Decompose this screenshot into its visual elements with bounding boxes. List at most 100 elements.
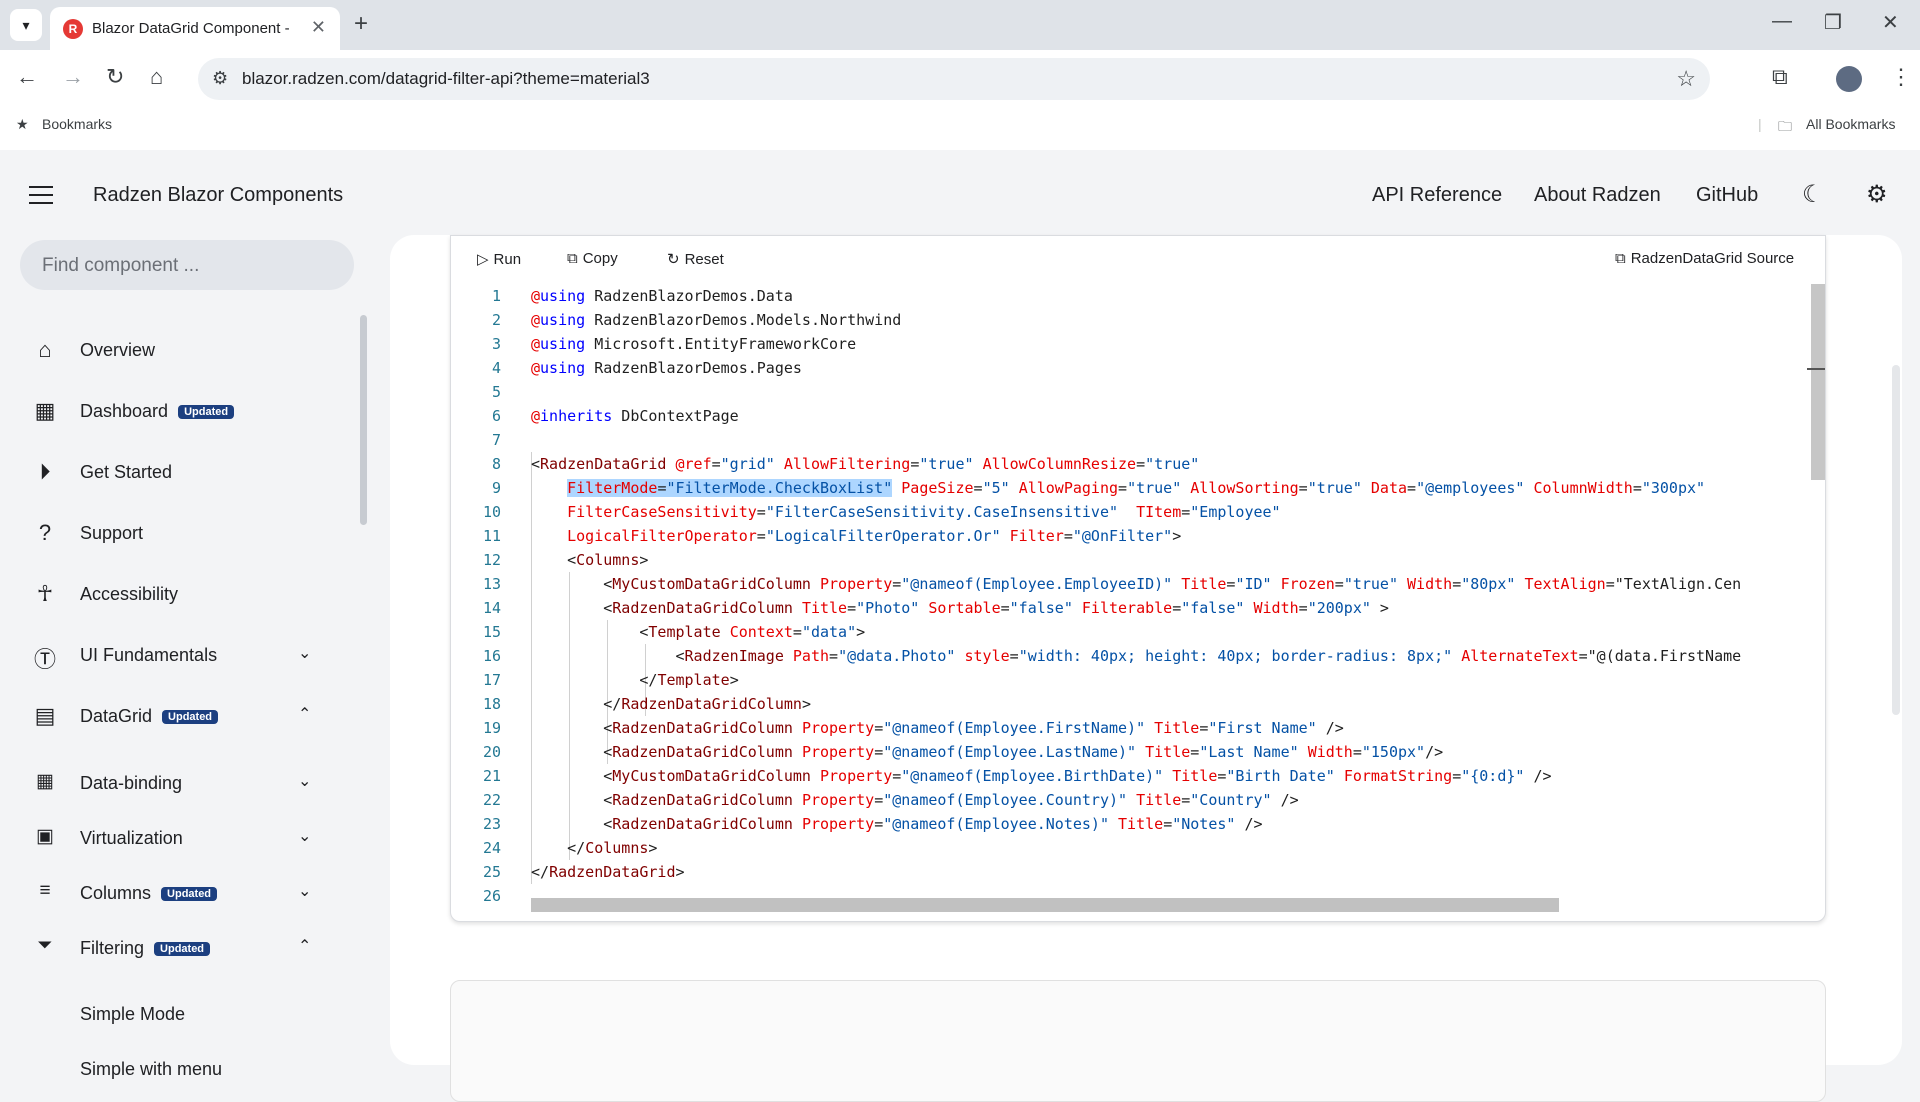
home-browser-icon[interactable]: ⌂: [150, 64, 163, 90]
dark-mode-icon[interactable]: ☾: [1802, 180, 1824, 209]
code-line[interactable]: 20 <RadzenDataGridColumn Property="@name…: [451, 740, 1825, 764]
code-text[interactable]: <RadzenImage Path="@data.Photo" style="w…: [531, 644, 1741, 668]
chevron-up-icon[interactable]: ⌃: [298, 704, 311, 724]
code-line[interactable]: 10 FilterCaseSensitivity="FilterCaseSens…: [451, 500, 1825, 524]
back-icon[interactable]: ←: [16, 64, 38, 90]
sidebar-subitem-simple-with-menu[interactable]: Simple with menu: [80, 1059, 222, 1080]
bookmark-star-icon[interactable]: ☆: [1676, 66, 1696, 92]
code-line[interactable]: 18 </RadzenDataGridColumn>: [451, 692, 1825, 716]
tab-search-button[interactable]: ▾: [10, 9, 42, 41]
code-text[interactable]: <RadzenDataGridColumn Property="@nameof(…: [531, 716, 1344, 740]
chevron-down-icon[interactable]: ⌄: [298, 826, 311, 846]
code-text[interactable]: <MyCustomDataGridColumn Property="@nameo…: [531, 764, 1551, 788]
code-line[interactable]: 5: [451, 380, 1825, 404]
code-text[interactable]: <RadzenDataGridColumn Property="@nameof(…: [531, 740, 1443, 764]
profile-avatar[interactable]: [1836, 66, 1862, 92]
code-text[interactable]: <MyCustomDataGridColumn Property="@nameo…: [531, 572, 1741, 596]
extensions-icon[interactable]: ⧉: [1772, 64, 1788, 90]
sidebar-item-virtualization[interactable]: ▣ Virtualization ⌄: [30, 819, 330, 859]
editor-vertical-scrollbar[interactable]: [1811, 284, 1825, 480]
code-text[interactable]: <Template Context="data">: [531, 620, 865, 644]
new-tab-icon[interactable]: +: [354, 10, 368, 38]
code-text[interactable]: <RadzenDataGridColumn Title="Photo" Sort…: [531, 596, 1389, 620]
minimize-icon[interactable]: —: [1772, 10, 1792, 33]
code-line[interactable]: 6 @inherits DbContextPage: [451, 404, 1825, 428]
api-reference-link[interactable]: API Reference: [1372, 184, 1502, 207]
all-bookmarks-button[interactable]: All Bookmarks: [1806, 116, 1895, 132]
page-scrollbar[interactable]: [1892, 365, 1900, 715]
code-line[interactable]: 17 </Template>: [451, 668, 1825, 692]
chevron-up-icon[interactable]: ⌃: [298, 936, 311, 956]
search-input[interactable]: [40, 250, 334, 282]
code-text[interactable]: FilterMode="FilterMode.CheckBoxList" Pag…: [531, 476, 1705, 500]
run-button[interactable]: ▷ Run: [477, 250, 521, 268]
sidebar-item-columns[interactable]: ≡ Columns Updated ⌄: [30, 874, 330, 914]
code-line[interactable]: 7: [451, 428, 1825, 452]
sidebar-subitem-simple-mode[interactable]: Simple Mode: [80, 1004, 185, 1025]
restore-icon[interactable]: ❐: [1824, 10, 1842, 35]
hamburger-menu-icon[interactable]: [29, 186, 53, 210]
code-text[interactable]: @using RadzenBlazorDemos.Models.Northwin…: [531, 308, 901, 332]
code-text[interactable]: <Columns>: [531, 548, 648, 572]
site-info-icon[interactable]: ⚙: [212, 68, 228, 89]
code-line[interactable]: 24 </Columns>: [451, 836, 1825, 860]
sidebar-item-dashboard[interactable]: ▦ Dashboard Updated: [30, 392, 330, 432]
forward-icon[interactable]: →: [62, 64, 84, 90]
sidebar-item-overview[interactable]: ⌂ Overview: [30, 331, 330, 371]
code-text[interactable]: FilterCaseSensitivity="FilterCaseSensiti…: [531, 500, 1280, 524]
code-text[interactable]: </RadzenDataGrid>: [531, 860, 685, 884]
code-line[interactable]: 1 @using RadzenBlazorDemos.Data: [451, 284, 1825, 308]
copy-button[interactable]: ⧉ Copy: [567, 250, 618, 267]
code-text[interactable]: @inherits DbContextPage: [531, 404, 739, 428]
code-line[interactable]: 15 <Template Context="data">: [451, 620, 1825, 644]
editor-horizontal-scrollbar[interactable]: [531, 898, 1559, 912]
code-text[interactable]: <RadzenDataGridColumn Property="@nameof(…: [531, 788, 1298, 812]
sidebar-item-data-binding[interactable]: ▦ Data-binding ⌄: [30, 764, 330, 804]
settings-gear-icon[interactable]: ⚙: [1866, 180, 1888, 209]
sidebar-item-filtering[interactable]: ⏷ Filtering Updated ⌃: [30, 929, 330, 969]
code-text[interactable]: </RadzenDataGridColumn>: [531, 692, 811, 716]
github-link[interactable]: GitHub: [1696, 184, 1758, 207]
address-bar[interactable]: ⚙ blazor.radzen.com/datagrid-filter-api?…: [198, 58, 1710, 100]
chevron-down-icon[interactable]: ⌄: [298, 771, 311, 791]
menu-kebab-icon[interactable]: ⋮: [1890, 64, 1912, 90]
code-line[interactable]: 12 <Columns>: [451, 548, 1825, 572]
find-component-search[interactable]: [20, 240, 354, 290]
code-editor[interactable]: 1 @using RadzenBlazorDemos.Data 2 @using Ra…: [451, 284, 1825, 920]
close-window-icon[interactable]: ✕: [1882, 10, 1899, 35]
code-line[interactable]: 9 FilterMode="FilterMode.CheckBoxList" P…: [451, 476, 1825, 500]
code-line[interactable]: 2 @using RadzenBlazorDemos.Models.Northwi…: [451, 308, 1825, 332]
code-text[interactable]: </Template>: [531, 668, 738, 692]
sidebar-item-ui-fundamentals[interactable]: Ⓣ UI Fundamentals ⌄: [30, 636, 330, 676]
reload-icon[interactable]: ↻: [106, 64, 124, 90]
code-line[interactable]: 19 <RadzenDataGridColumn Property="@name…: [451, 716, 1825, 740]
sidebar-scrollbar[interactable]: [360, 315, 367, 525]
code-line[interactable]: 23 <RadzenDataGridColumn Property="@name…: [451, 812, 1825, 836]
about-radzen-link[interactable]: About Radzen: [1534, 184, 1661, 207]
code-line[interactable]: 11 LogicalFilterOperator="LogicalFilterO…: [451, 524, 1825, 548]
code-text[interactable]: <RadzenDataGrid @ref="grid" AllowFilteri…: [531, 452, 1199, 476]
browser-tab[interactable]: R Blazor DataGrid Component - R ✕: [50, 7, 340, 50]
chevron-down-icon[interactable]: ⌄: [298, 643, 311, 663]
sidebar-item-datagrid[interactable]: ▤ DataGrid Updated ⌃: [30, 697, 330, 737]
datagrid-source-link[interactable]: ⧉ RadzenDataGrid Source: [1615, 250, 1794, 267]
code-text[interactable]: LogicalFilterOperator="LogicalFilterOper…: [531, 524, 1181, 548]
code-line[interactable]: 13 <MyCustomDataGridColumn Property="@na…: [451, 572, 1825, 596]
code-line[interactable]: 22 <RadzenDataGridColumn Property="@name…: [451, 788, 1825, 812]
code-line[interactable]: 8 <RadzenDataGrid @ref="grid" AllowFilter…: [451, 452, 1825, 476]
code-text[interactable]: @using RadzenBlazorDemos.Pages: [531, 356, 802, 380]
sidebar-item-get-started[interactable]: ⏵ Get Started: [30, 453, 330, 493]
code-line[interactable]: 16 <RadzenImage Path="@data.Photo" style…: [451, 644, 1825, 668]
sidebar-item-support[interactable]: ? Support: [30, 514, 330, 554]
code-line[interactable]: 4 @using RadzenBlazorDemos.Pages: [451, 356, 1825, 380]
sidebar-item-accessibility[interactable]: ☥ Accessibility: [30, 575, 330, 615]
reset-button[interactable]: ↻ Reset: [667, 250, 724, 268]
code-text[interactable]: @using Microsoft.EntityFrameworkCore: [531, 332, 856, 356]
code-line[interactable]: 25 </RadzenDataGrid>: [451, 860, 1825, 884]
code-text[interactable]: <RadzenDataGridColumn Property="@nameof(…: [531, 812, 1262, 836]
bookmarks-label[interactable]: Bookmarks: [42, 116, 112, 132]
code-line[interactable]: 3 @using Microsoft.EntityFrameworkCore: [451, 332, 1825, 356]
url-text[interactable]: blazor.radzen.com/datagrid-filter-api?th…: [242, 69, 650, 89]
code-text[interactable]: </Columns>: [531, 836, 657, 860]
code-line[interactable]: 14 <RadzenDataGridColumn Title="Photo" S…: [451, 596, 1825, 620]
